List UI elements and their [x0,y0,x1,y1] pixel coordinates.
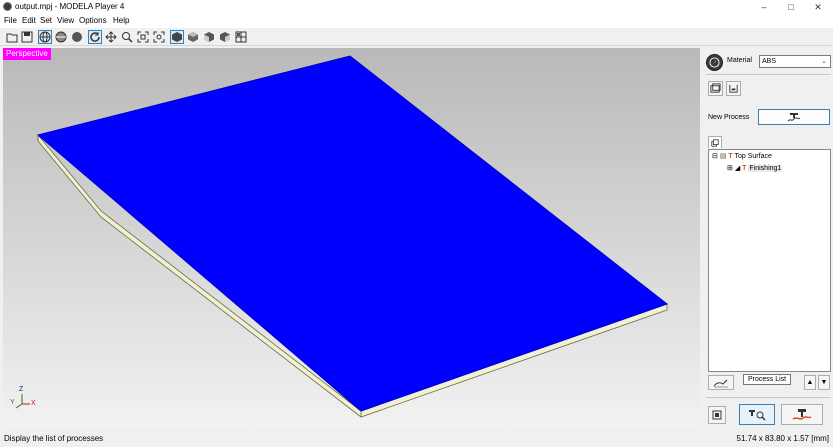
rotate-button[interactable] [88,30,102,44]
new-process-button[interactable] [758,109,830,125]
compass-icon [709,57,720,68]
shaded-globe-icon [55,31,67,43]
tree-item-finishing1[interactable]: ⊞ ◢ T Finishing1 [727,164,783,172]
menu-edit[interactable]: Edit [22,16,36,25]
expander-icon[interactable]: ⊞ [727,165,733,172]
chevron-down-icon: ⌄ [821,58,827,65]
stop-icon [712,410,722,420]
status-bar: Display the list of processes 51.74 x 83… [0,430,833,447]
preview-cutting-button[interactable] [708,375,734,390]
plate-top-surface [36,55,669,412]
stock-settings-button[interactable] [726,81,741,96]
menu-view[interactable]: View [57,16,74,25]
stop-button[interactable] [708,406,726,424]
tool-icon: T [742,165,747,172]
zoom-fit-button[interactable] [136,30,150,44]
stock-icon [729,84,738,93]
cut-button[interactable] [781,404,823,425]
menu-set[interactable]: Set [40,16,52,25]
tool-icon: T [728,153,733,160]
maximize-button[interactable]: □ [781,1,801,13]
process-list-icon [749,409,766,421]
model-dimensions: 51.74 x 83.80 x 1.57 [mm] [736,434,830,443]
expander-icon[interactable]: ⊟ [712,153,718,160]
new-process-icon [787,112,801,121]
zoom-icon [122,32,133,43]
menu-file[interactable]: File [4,16,17,25]
process-list-button[interactable] [739,404,775,425]
sphere-icon [72,32,82,42]
material-value: ABS [762,58,777,65]
axis-y-label: Y [10,399,15,406]
tree-item-top-surface[interactable]: ⊟ ▤ T Top Surface [712,152,772,160]
view-top-icon [188,32,198,42]
zoom-button[interactable] [120,30,134,44]
window-title: output.mpj - MODELA Player 4 [15,2,125,11]
material-select[interactable]: ABS ⌄ [759,55,831,68]
close-button[interactable]: ✕ [808,1,828,13]
material-button[interactable] [706,54,723,71]
zoom-window-button[interactable] [152,30,166,44]
model-icon: ▤ [719,153,727,160]
toolbar [0,28,833,46]
tab-process-tree[interactable] [708,136,722,148]
solid-view-button[interactable] [70,30,84,44]
process-type-icon: ◢ [734,165,741,172]
move-down-button[interactable]: ▼ [818,375,830,390]
tree-item-label: Finishing1 [748,165,783,172]
model-settings-button[interactable] [708,81,723,96]
model-canvas [36,55,669,418]
save-button[interactable] [20,30,34,44]
zoom-fit-icon [137,31,149,43]
view-perspective-icon [172,32,182,42]
title-bar: output.mpj - MODELA Player 4 – □ ✕ [0,0,833,14]
wireframe-view-button[interactable] [38,30,52,44]
shaded-wire-view-button[interactable] [54,30,68,44]
wireframe-globe-icon [39,31,51,43]
axis-x-label: X [31,400,36,407]
top-view-button[interactable] [186,30,200,44]
app-icon [3,2,12,11]
divider [706,397,831,398]
new-file-button[interactable] [5,30,19,44]
divider [706,74,831,75]
view-mode-label: Perspective [3,48,51,60]
pan-icon [105,31,117,43]
triangle-down-icon: ▼ [820,379,828,386]
perspective-view-button[interactable] [170,30,184,44]
status-message: Display the list of processes [4,434,104,443]
axis-triad: Z Y X [9,386,39,416]
pan-button[interactable] [104,30,118,44]
model-settings-icon [710,83,721,93]
axis-z-label: Z [19,386,24,393]
triangle-up-icon: ▲ [806,379,814,386]
view-side-icon [220,32,230,42]
process-tree: ⊟ ▤ T Top Surface ⊞ ◢ T Finishing1 [708,149,831,372]
save-icon [21,31,33,43]
process-list-tooltip: Process List [743,374,792,385]
view-multi-icon [235,31,247,43]
preview-cutting-icon [713,379,728,387]
rotate-icon [90,32,100,42]
zoom-window-icon [153,31,165,43]
new-file-icon [6,33,18,43]
move-up-button[interactable]: ▲ [804,375,816,390]
menu-options[interactable]: Options [79,16,107,25]
menu-help[interactable]: Help [113,16,129,25]
side-view-button[interactable] [218,30,232,44]
view-front-icon [204,32,214,42]
multi-view-button[interactable] [234,30,248,44]
menu-bar: File Edit Set View Options Help [0,14,833,28]
process-tree-icon [711,138,719,147]
cut-icon [792,408,812,420]
process-panel: Material ABS ⌄ New Process ⊟ ▤ T Top Sur… [703,48,833,429]
new-process-label: New Process [708,114,750,121]
tree-item-label: Top Surface [734,153,772,160]
front-view-button[interactable] [202,30,216,44]
material-label: Material [727,57,752,64]
perspective-viewport[interactable]: Perspective Z Y X [3,48,700,429]
minimize-button[interactable]: – [754,1,774,13]
